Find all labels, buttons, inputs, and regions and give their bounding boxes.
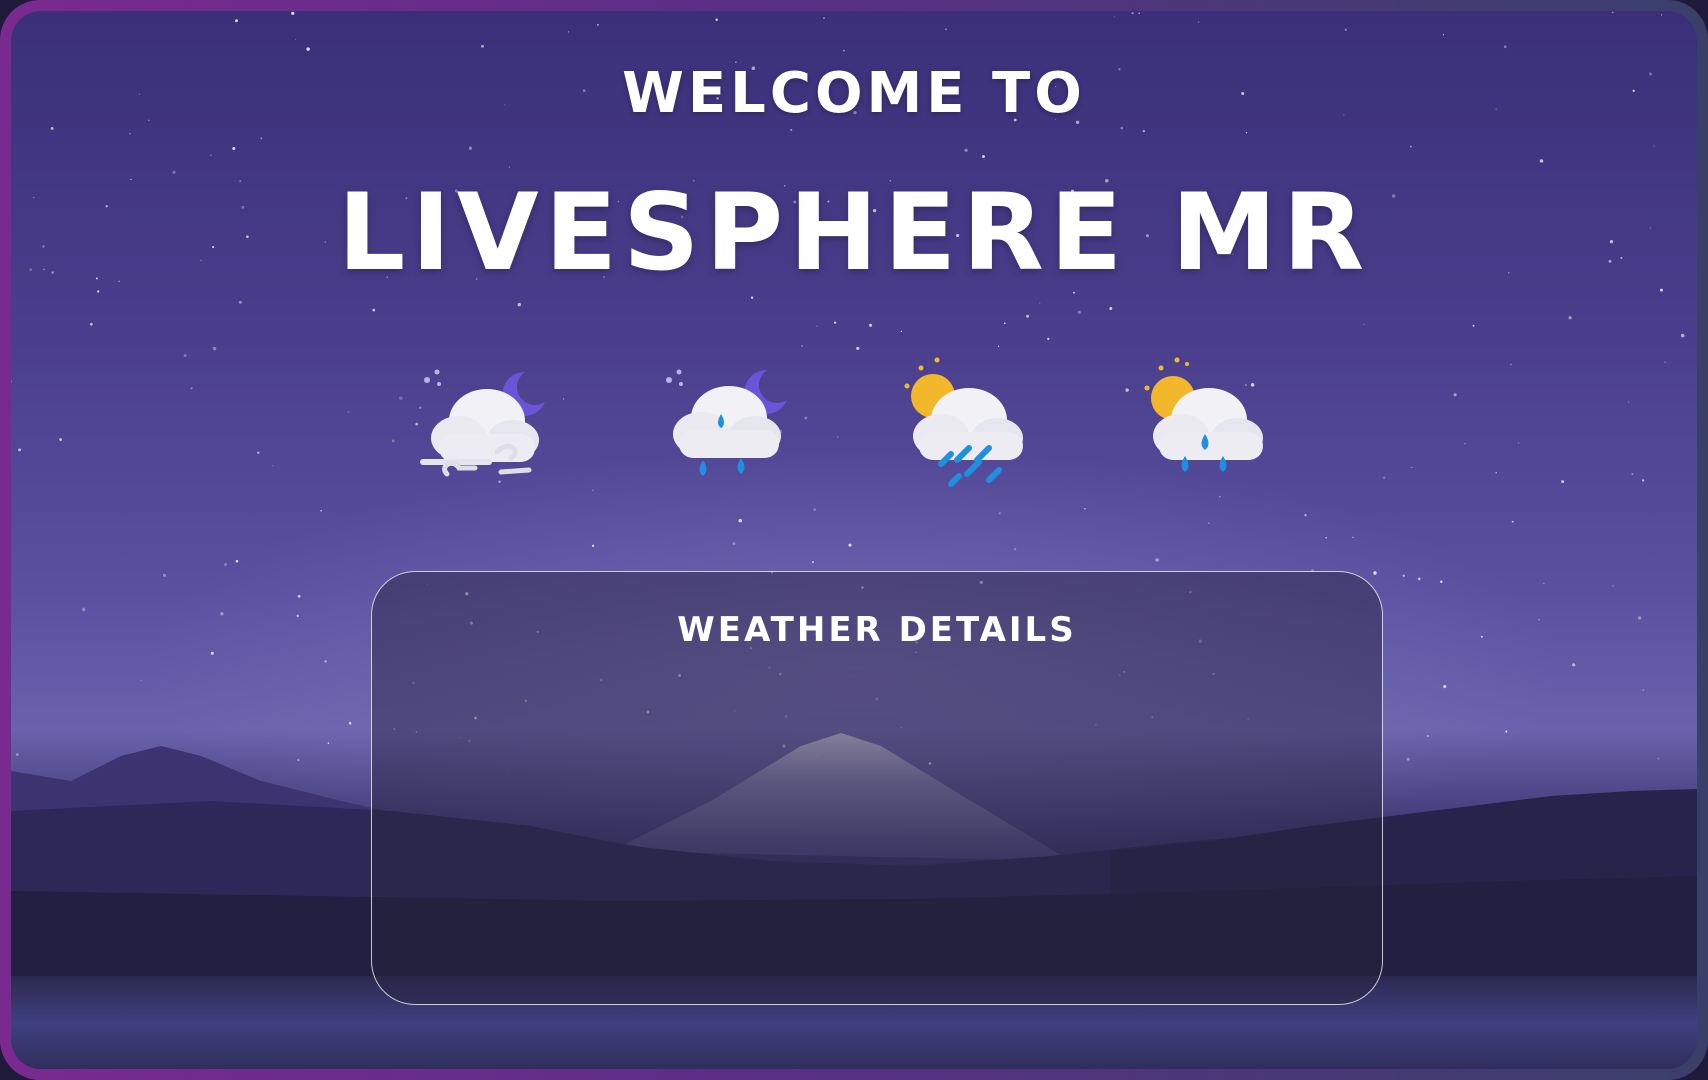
welcome-heading: WELCOME TO [622,61,1086,126]
sunny-thunder-rain-cloud-icon[interactable] [897,356,1037,496]
main-screen: WELCOME TO LIVESPHERE MR WEATHER DETAILS [11,11,1697,1069]
brand-title: LIVESPHERE MR [337,171,1371,294]
windy-night-cloud-icon[interactable] [417,356,557,496]
forecast-icons-row [11,356,1697,496]
app-frame: WELCOME TO LIVESPHERE MR WEATHER DETAILS [0,0,1708,1080]
rainy-night-cloud-icon[interactable] [657,356,797,496]
weather-details-panel: WEATHER DETAILS [371,571,1383,1005]
sunny-rain-cloud-icon[interactable] [1137,356,1277,496]
weather-details-title: WEATHER DETAILS [677,610,1077,650]
